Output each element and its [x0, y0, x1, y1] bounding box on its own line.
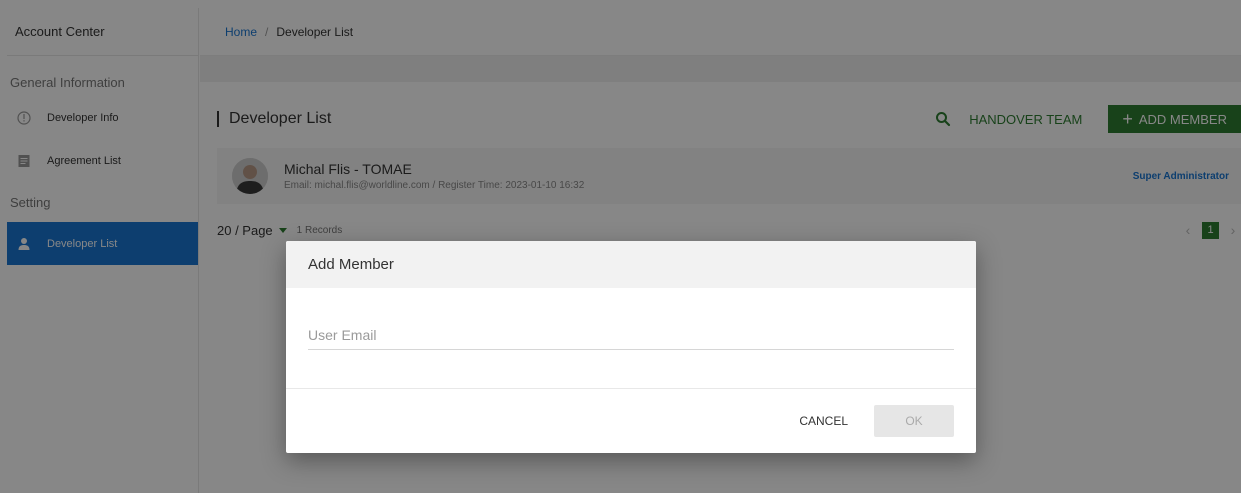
- ok-button[interactable]: OK: [874, 405, 954, 437]
- add-member-dialog: Add Member CANCEL OK: [286, 241, 976, 453]
- dialog-body: [286, 288, 976, 389]
- dialog-title: Add Member: [286, 241, 976, 288]
- cancel-button[interactable]: CANCEL: [799, 414, 848, 428]
- user-email-input[interactable]: [308, 320, 954, 350]
- dialog-footer: CANCEL OK: [286, 389, 976, 453]
